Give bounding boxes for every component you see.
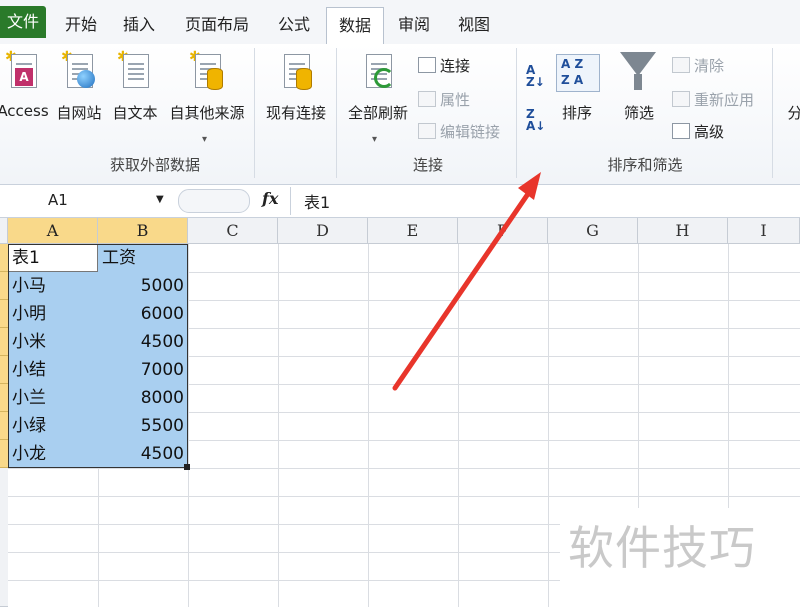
watermark-text: 软件技巧 xyxy=(560,508,800,607)
